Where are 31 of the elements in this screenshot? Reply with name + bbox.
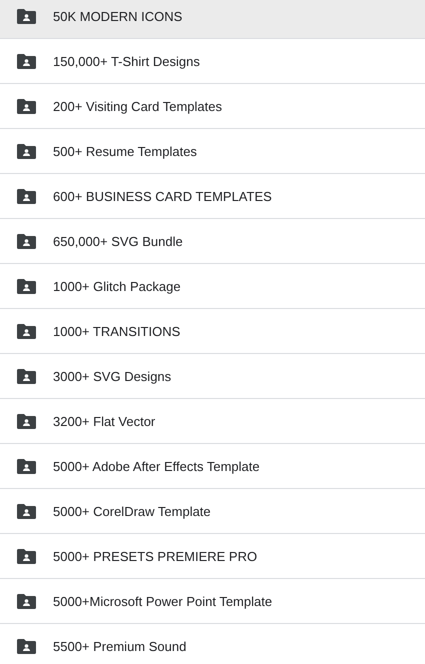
shared-folder-icon bbox=[17, 368, 36, 384]
folder-name: 3200+ Flat Vector bbox=[53, 414, 156, 428]
folder-name: 5000+ Adobe After Effects Template bbox=[53, 458, 260, 474]
folder-name: 5000+Microsoft Power Point Template bbox=[53, 594, 272, 608]
shared-folder-icon bbox=[17, 234, 36, 248]
folder-name: 1000+ Glitch Package bbox=[53, 278, 181, 294]
shared-folder-icon bbox=[17, 144, 36, 158]
folder-name: 150,000+ T-Shirt Designs bbox=[53, 54, 200, 68]
folder-row[interactable]: 50K MODERN ICONS bbox=[0, 0, 425, 39]
shared-folder-icon bbox=[17, 548, 36, 564]
shared-folder-icon bbox=[17, 458, 36, 474]
folder-name: 5000+ CorelDraw Template bbox=[53, 504, 211, 518]
shared-folder-icon bbox=[17, 594, 36, 608]
folder-name: 3000+ SVG Designs bbox=[53, 368, 172, 384]
shared-folder-icon bbox=[17, 278, 36, 294]
shared-folder-icon bbox=[17, 8, 36, 24]
folder-name: 1000+ TRANSITIONS bbox=[53, 324, 180, 338]
shared-folder-icon bbox=[17, 324, 36, 338]
folder-name: 50K MODERN ICONS bbox=[53, 8, 182, 24]
shared-folder-icon bbox=[17, 504, 36, 518]
folder-name: 200+ Visiting Card Templates bbox=[53, 98, 222, 114]
folder-name: 650,000+ SVG Bundle bbox=[53, 234, 183, 248]
shared-folder-icon bbox=[17, 98, 36, 114]
folder-name: 5500+ Premium Sound bbox=[53, 638, 186, 654]
shared-folder-icon bbox=[17, 188, 36, 204]
folder-name: 600+ BUSINESS CARD TEMPLATES bbox=[53, 188, 272, 204]
folder-name: 500+ Resume Templates bbox=[53, 144, 197, 158]
shared-folder-icon bbox=[17, 414, 36, 428]
folder-name: 5000+ PRESETS PREMIERE PRO bbox=[53, 548, 258, 564]
shared-folder-icon bbox=[17, 54, 36, 68]
shared-folder-icon bbox=[17, 638, 36, 654]
